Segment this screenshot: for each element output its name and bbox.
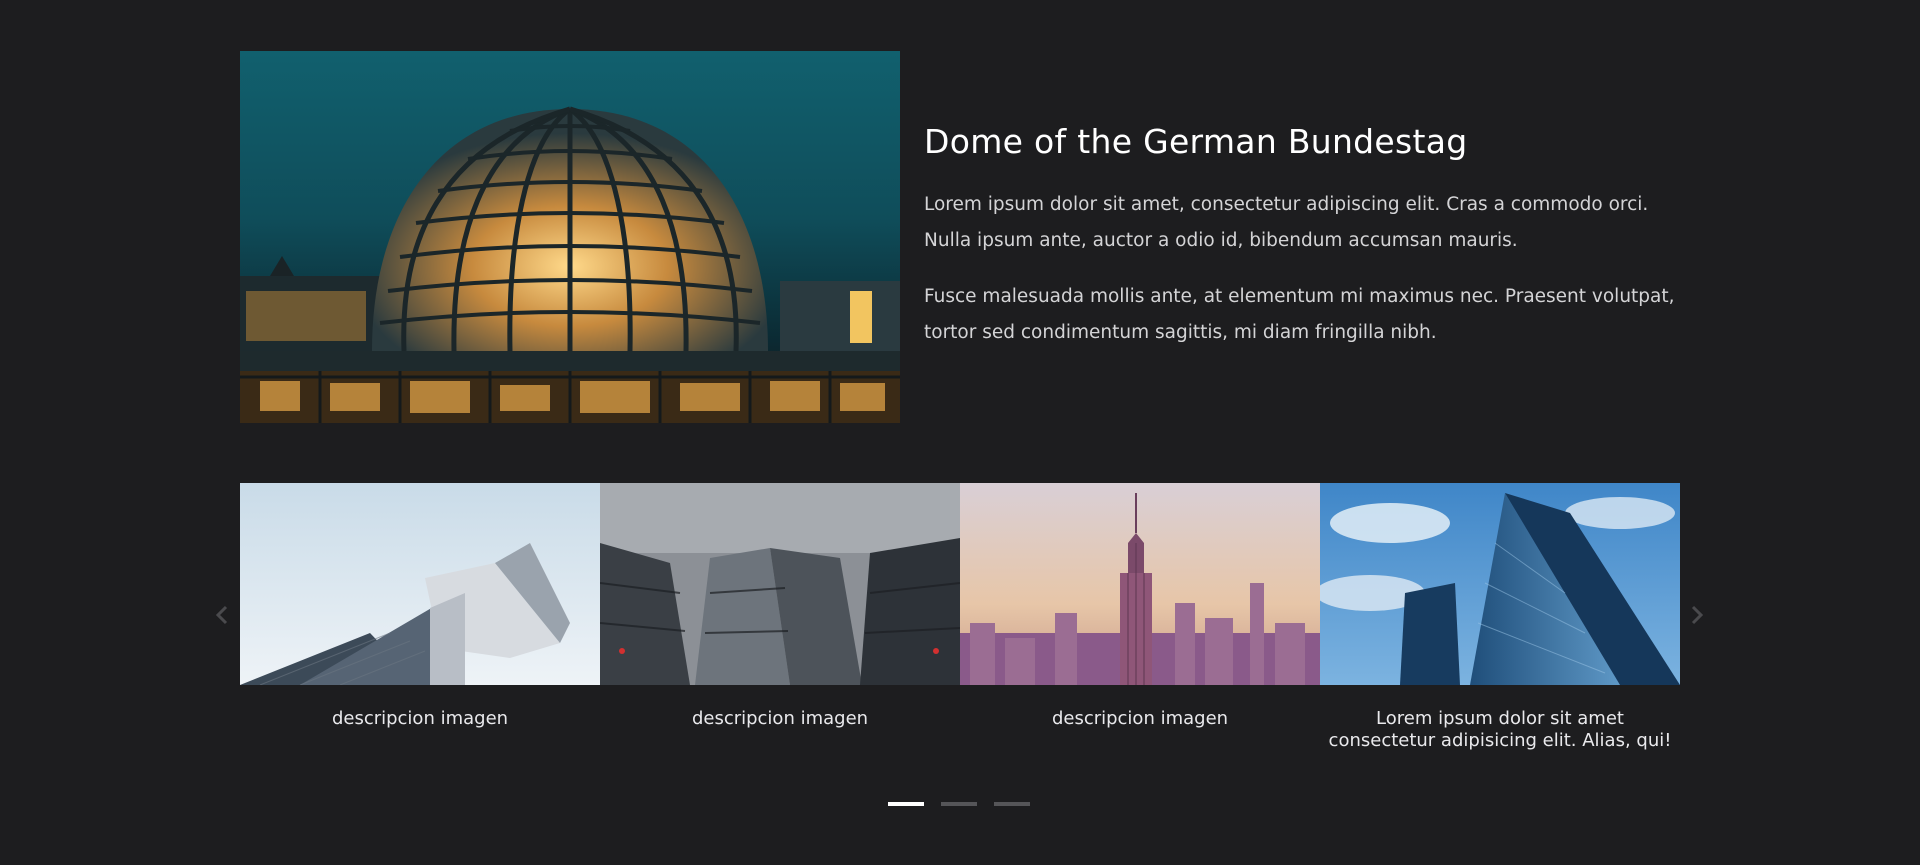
carousel-slide[interactable]: descripcion imagen — [600, 483, 960, 763]
carousel-prev-button[interactable] — [210, 600, 234, 630]
carousel-slides: descripcion imagen descripcion imagen de… — [240, 483, 1680, 763]
carousel-pagination — [888, 802, 1030, 806]
feature-title: Dome of the German Bundestag — [924, 122, 1468, 161]
chevron-left-icon — [215, 605, 228, 625]
feature-paragraph-1: Lorem ipsum dolor sit amet, consectetur … — [924, 194, 1649, 251]
page: Dome of the German Bundestag Lorem ipsum… — [0, 0, 1920, 865]
skyscrapers-image — [600, 483, 960, 685]
feature-paragraph-2: Fusce malesuada mollis ante, at elementu… — [924, 286, 1675, 343]
bundestag-dome-image — [240, 51, 900, 423]
slide-caption: descripcion imagen — [331, 708, 509, 729]
slide-caption: Lorem ipsum dolor sit amet consectetur a… — [1328, 708, 1672, 751]
carousel-slide[interactable]: descripcion imagen — [240, 483, 600, 763]
carousel-slide[interactable]: descripcion imagen — [960, 483, 1320, 763]
chevron-right-icon — [1691, 605, 1704, 625]
modern-building-image — [240, 483, 600, 685]
slide-caption: descripcion imagen — [1051, 708, 1229, 729]
empire-state-building-image — [960, 483, 1320, 685]
carousel-next-button[interactable] — [1685, 600, 1709, 630]
slide-caption: descripcion imagen — [691, 708, 869, 729]
pagination-dot-1[interactable] — [888, 802, 924, 806]
pagination-dot-2[interactable] — [941, 802, 977, 806]
carousel-slide[interactable]: Lorem ipsum dolor sit amet consectetur a… — [1320, 483, 1680, 763]
glass-tower-image — [1320, 483, 1680, 685]
pagination-dot-3[interactable] — [994, 802, 1030, 806]
